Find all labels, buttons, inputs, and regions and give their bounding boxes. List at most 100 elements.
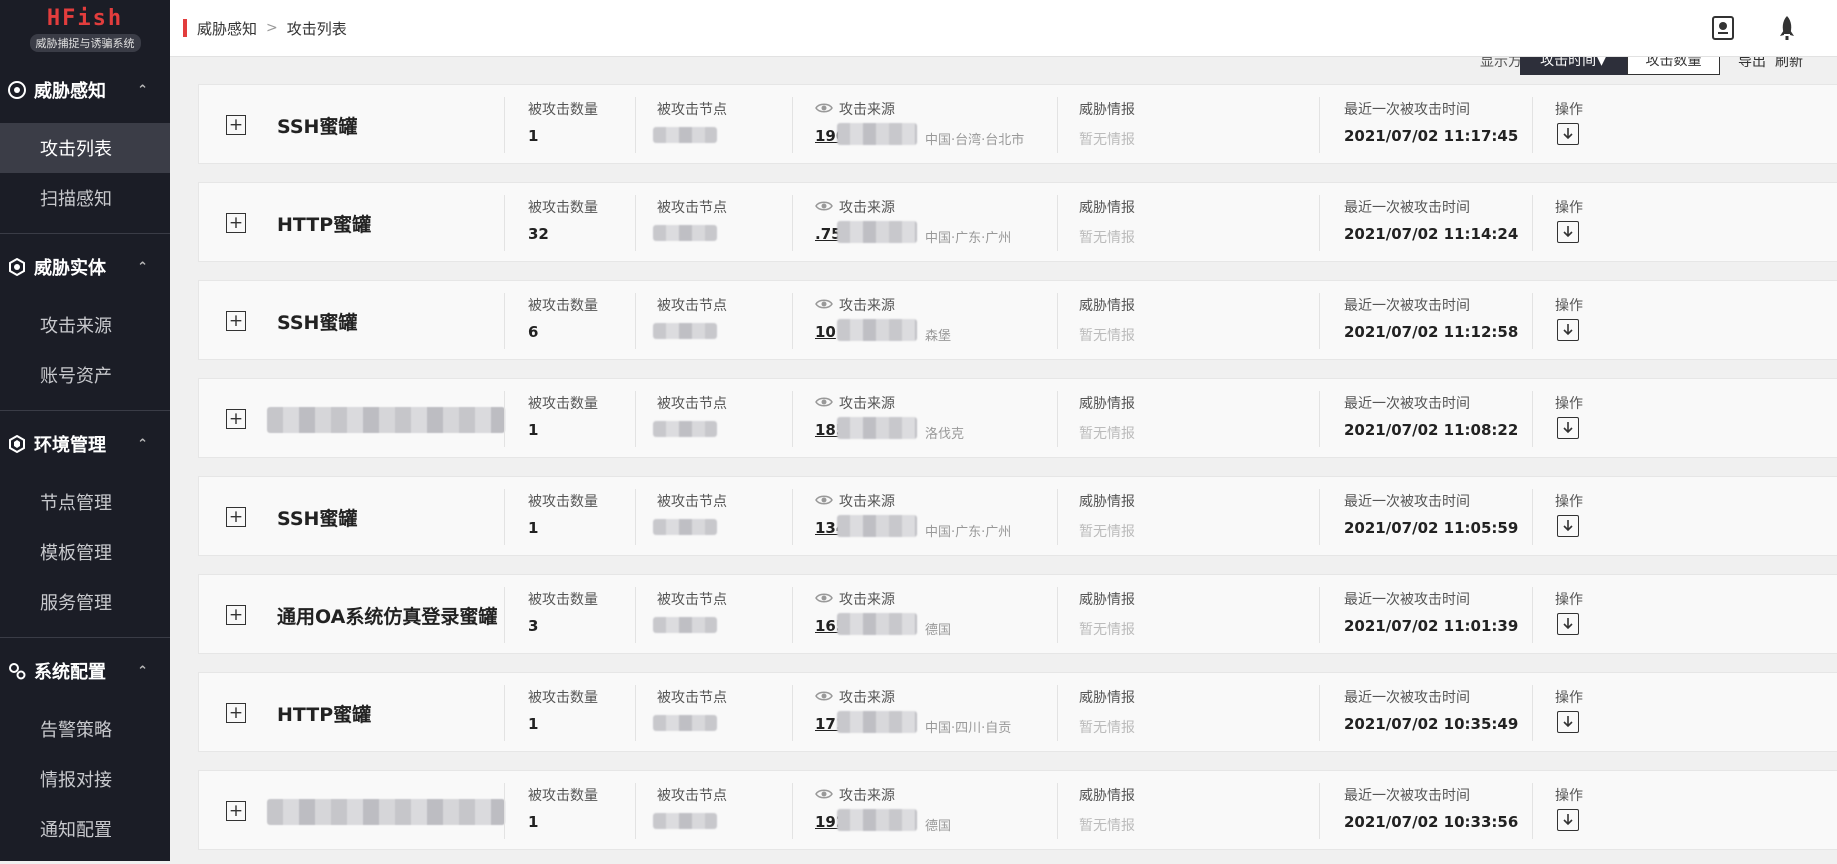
last-attack-time: 2021/07/02 11:12:58: [1344, 323, 1519, 341]
download-icon[interactable]: [1557, 613, 1579, 635]
download-icon[interactable]: [1557, 123, 1579, 145]
docs-icon[interactable]: [1709, 14, 1737, 42]
sort-by-time-button[interactable]: 攻击时间 ▼: [1520, 57, 1627, 75]
menu-group-header[interactable]: 威胁实体 ⌃: [0, 234, 170, 300]
expand-button[interactable]: +: [226, 703, 246, 723]
intel-value: 暂无情报: [1079, 720, 1135, 736]
download-icon[interactable]: [1557, 319, 1579, 341]
divider: [792, 685, 793, 741]
honeypot-name: HTTP蜜罐: [277, 214, 372, 236]
time-label: 最近一次被攻击时间: [1344, 200, 1470, 216]
download-icon[interactable]: [1557, 515, 1579, 537]
count-label: 被攻击数量: [528, 788, 598, 804]
sidebar-item[interactable]: 服务管理: [0, 577, 170, 627]
intel-value: 暂无情报: [1079, 426, 1135, 442]
breadcrumb-accent: [183, 19, 187, 37]
attack-count: 1: [528, 813, 539, 831]
source-ip-link[interactable]: 10: [815, 323, 836, 341]
action-label: 操作: [1555, 494, 1583, 510]
node-label: 被攻击节点: [657, 396, 727, 412]
eye-icon[interactable]: [815, 494, 833, 510]
breadcrumb-root[interactable]: 威胁感知: [197, 18, 257, 39]
chevron-up-icon: ⌃: [137, 259, 148, 275]
attack-card: + HTTP蜜罐 被攻击数量 32 被攻击节点 攻击来源 .75 中国·广东·广州 威胁情报 暂无…: [198, 182, 1837, 262]
logo[interactable]: HFish 威胁捕捉与诱骗系统: [0, 0, 170, 57]
divider: [635, 97, 636, 153]
eye-icon[interactable]: [815, 592, 833, 608]
sidebar-item[interactable]: 情报对接: [0, 754, 170, 804]
attack-card: + SSH蜜罐 被攻击数量 1 被攻击节点 攻击来源 190 中国·台湾·台北市 威胁情报 暂无情…: [198, 84, 1837, 164]
download-icon[interactable]: [1557, 417, 1579, 439]
sidebar-item[interactable]: 通知配置: [0, 804, 170, 854]
menu-group-header[interactable]: 系统配置 ⌃: [0, 638, 170, 704]
download-icon[interactable]: [1557, 221, 1579, 243]
redacted-ip: [837, 613, 917, 635]
divider: [635, 293, 636, 349]
eye-icon[interactable]: [815, 200, 833, 216]
expand-button[interactable]: +: [226, 409, 246, 429]
eye-icon[interactable]: [815, 102, 833, 118]
redacted-ip: [837, 711, 917, 733]
action-label: 操作: [1555, 298, 1583, 314]
sort-by-count-button[interactable]: 攻击数量: [1627, 57, 1720, 75]
eye-icon[interactable]: [815, 690, 833, 706]
download-icon[interactable]: [1557, 711, 1579, 733]
sidebar-item[interactable]: 模板管理: [0, 527, 170, 577]
eye-icon[interactable]: [815, 396, 833, 412]
menu-group-header[interactable]: 环境管理 ⌃: [0, 411, 170, 477]
expand-button[interactable]: +: [226, 115, 246, 135]
attack-count: 32: [528, 225, 549, 243]
divider: [1319, 195, 1320, 251]
count-label: 被攻击数量: [528, 200, 598, 216]
sidebar-item[interactable]: 节点管理: [0, 477, 170, 527]
download-icon[interactable]: [1557, 809, 1579, 831]
action-label: 操作: [1555, 592, 1583, 608]
node-label: 被攻击节点: [657, 690, 727, 706]
attack-card: + SSH蜜罐 被攻击数量 1 被攻击节点 攻击来源 134. 中国·广东·广州 威胁情报 暂无情…: [198, 476, 1837, 556]
expand-button[interactable]: +: [226, 311, 246, 331]
eye-icon[interactable]: [815, 788, 833, 804]
attack-count: 6: [528, 323, 539, 341]
divider: [1057, 685, 1058, 741]
redacted-node: [653, 519, 717, 535]
chevron-up-icon: ⌃: [137, 436, 148, 452]
sidebar-item[interactable]: 攻击列表: [0, 123, 170, 173]
rocket-icon[interactable]: [1773, 14, 1801, 42]
attack-card: +被攻击数量1被攻击节点攻击来源192.24德国威胁情报暂无情报最近一次被攻击时…: [198, 770, 1837, 850]
menu-group: 威胁实体 ⌃ 攻击来源 账号资产: [0, 233, 170, 410]
menu-group-header[interactable]: 威胁感知 ⌃: [0, 57, 170, 123]
intel-value: 暂无情报: [1079, 524, 1135, 540]
sidebar-item[interactable]: 告警策略: [0, 704, 170, 754]
source-label: 攻击来源: [815, 785, 895, 805]
expand-button[interactable]: +: [226, 801, 246, 821]
chevron-up-icon: ⌃: [137, 82, 148, 98]
divider: [1319, 489, 1320, 545]
expand-button[interactable]: +: [226, 213, 246, 233]
source-label: 攻击来源: [815, 295, 895, 315]
redacted-honeypot-name: [267, 407, 505, 433]
expand-button[interactable]: +: [226, 605, 246, 625]
environment-icon: [8, 435, 26, 453]
export-button[interactable]: 导出: [1738, 57, 1766, 71]
expand-button[interactable]: +: [226, 507, 246, 527]
action-label: 操作: [1555, 788, 1583, 804]
eye-icon[interactable]: [815, 298, 833, 314]
menu-group: 环境管理 ⌃ 节点管理 模板管理 服务管理: [0, 410, 170, 637]
redacted-ip: [837, 123, 917, 145]
divider: [792, 587, 793, 643]
sidebar-item[interactable]: 攻击来源: [0, 300, 170, 350]
settings-icon: [8, 662, 26, 680]
time-label: 最近一次被攻击时间: [1344, 396, 1470, 412]
intel-label: 威胁情报: [1079, 592, 1135, 608]
attack-card: + SSH蜜罐 被攻击数量 6 被攻击节点 攻击来源 10 森堡 威胁情报 暂无情报 最近一次被攻击…: [198, 280, 1837, 360]
intel-label: 威胁情报: [1079, 494, 1135, 510]
sidebar-item[interactable]: 扫描感知: [0, 173, 170, 223]
refresh-button[interactable]: 刷新: [1775, 57, 1803, 71]
source-label: 攻击来源: [815, 99, 895, 119]
redacted-node: [653, 127, 717, 143]
intel-value: 暂无情报: [1079, 818, 1135, 834]
source-region: 德国: [925, 819, 952, 834]
redacted-node: [653, 421, 717, 437]
divider: [1532, 783, 1533, 839]
sidebar-item[interactable]: 账号资产: [0, 350, 170, 400]
